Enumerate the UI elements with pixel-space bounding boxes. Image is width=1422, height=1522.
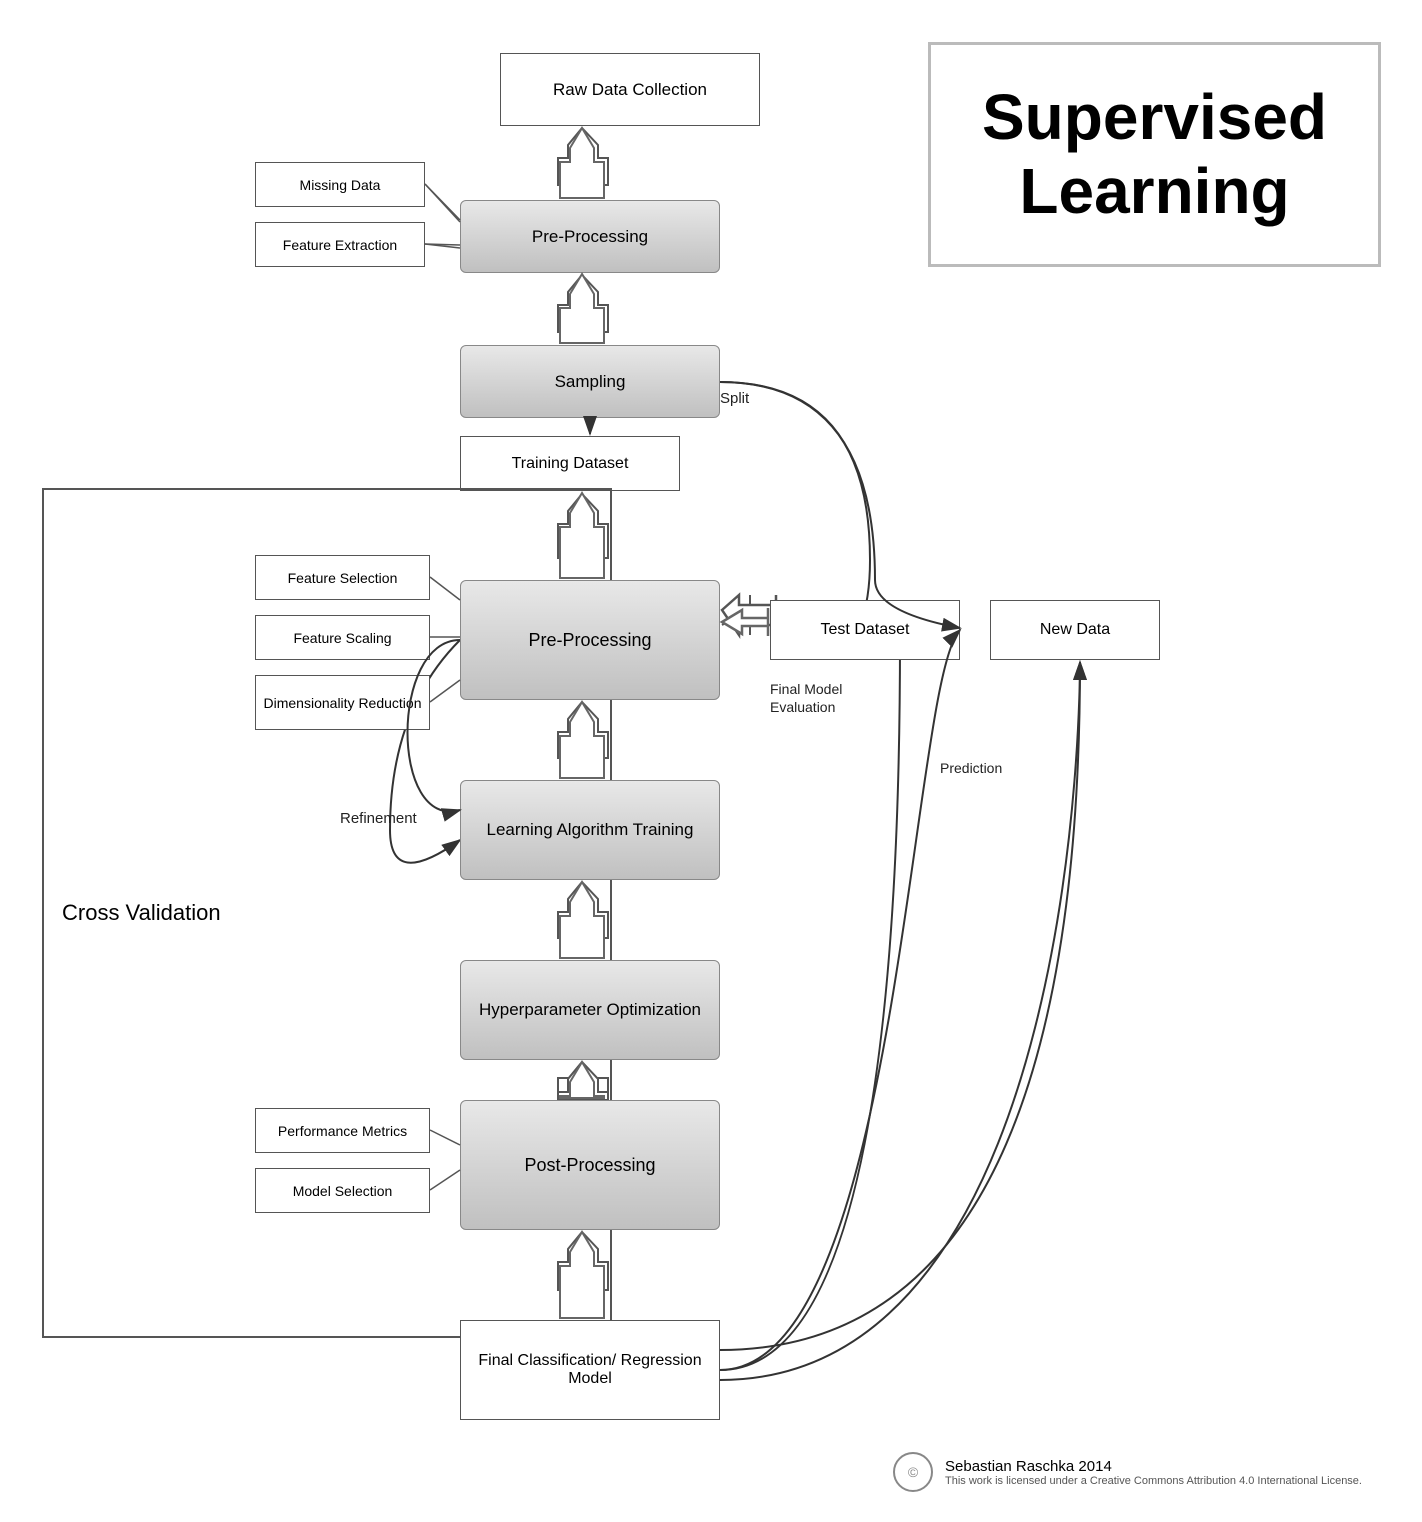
diagram-container: Raw Data Collection Pre-Processing Missi…: [0, 0, 1422, 1522]
pre-processing-top-box: Pre-Processing: [460, 200, 720, 273]
prediction-label: Prediction: [940, 760, 1002, 776]
dim-reduction-box: Dimensionality Reduction: [255, 675, 430, 730]
feature-scaling-box: Feature Scaling: [255, 615, 430, 660]
raw-data-label: Raw Data Collection: [553, 80, 707, 100]
post-processing-box: Post-Processing: [460, 1100, 720, 1230]
sampling-label: Sampling: [555, 372, 626, 392]
sampling-box: Sampling: [460, 345, 720, 418]
credit-section: © Sebastian Raschka 2014 This work is li…: [893, 1452, 1362, 1492]
pre-processing-mid-label: Pre-Processing: [528, 630, 651, 651]
dim-reduction-label: Dimensionality Reduction: [264, 695, 422, 711]
performance-metrics-label: Performance Metrics: [278, 1123, 407, 1139]
new-data-box: New Data: [990, 600, 1160, 660]
learning-algo-label: Learning Algorithm Training: [487, 820, 694, 840]
supervised-learning-title: Supervised Learning: [928, 42, 1381, 267]
final-classification-box: Final Classification/ Regression Model: [460, 1320, 720, 1420]
hyperparameter-label: Hyperparameter Optimization: [479, 1000, 701, 1020]
feature-scaling-label: Feature Scaling: [293, 630, 391, 646]
cc-icon: ©: [893, 1452, 933, 1492]
new-data-label: New Data: [1040, 621, 1110, 639]
raw-data-box: Raw Data Collection: [500, 53, 760, 126]
feature-selection-label: Feature Selection: [288, 570, 398, 586]
test-dataset-box: Test Dataset: [770, 600, 960, 660]
final-classification-label: Final Classification/ Regression Model: [461, 1352, 719, 1388]
feature-selection-box: Feature Selection: [255, 555, 430, 600]
training-dataset-box: Training Dataset: [460, 436, 680, 491]
model-selection-label: Model Selection: [293, 1183, 393, 1199]
test-dataset-label: Test Dataset: [821, 621, 910, 639]
missing-data-label: Missing Data: [300, 177, 381, 193]
pre-processing-top-label: Pre-Processing: [532, 227, 648, 247]
final-model-eval-label: Final ModelEvaluation: [770, 680, 842, 716]
feature-extraction-label: Feature Extraction: [283, 237, 397, 253]
hyperparameter-box: Hyperparameter Optimization: [460, 960, 720, 1060]
pre-processing-mid-box: Pre-Processing: [460, 580, 720, 700]
split-label: Split: [720, 390, 749, 407]
performance-metrics-box: Performance Metrics: [255, 1108, 430, 1153]
model-selection-box: Model Selection: [255, 1168, 430, 1213]
training-dataset-label: Training Dataset: [512, 455, 629, 473]
missing-data-box: Missing Data: [255, 162, 425, 207]
learning-algo-box: Learning Algorithm Training: [460, 780, 720, 880]
feature-extraction-box: Feature Extraction: [255, 222, 425, 267]
credit-text: Sebastian Raschka 2014 This work is lice…: [945, 1458, 1362, 1487]
post-processing-label: Post-Processing: [524, 1155, 655, 1176]
refinement-label: Refinement: [340, 810, 417, 827]
